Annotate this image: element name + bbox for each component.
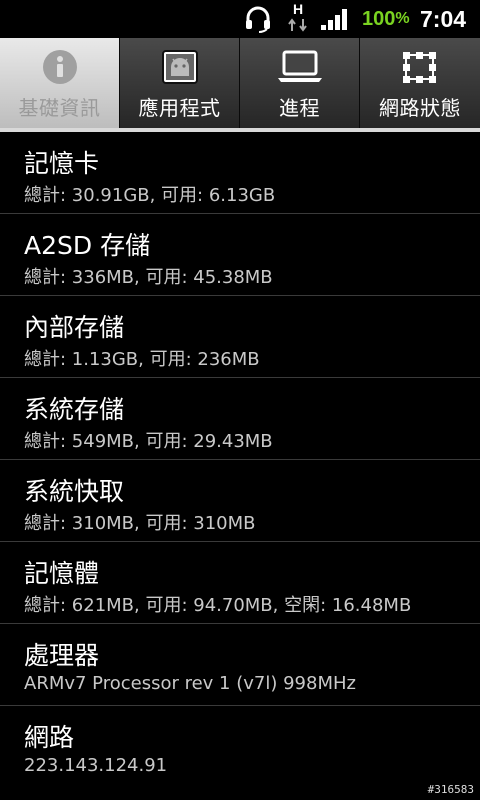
watermark: #316583 [427, 783, 474, 796]
item-detail: 總計: 621MB, 可用: 94.70MB, 空閑: 16.48MB [24, 595, 412, 616]
tab-network-status[interactable]: 網路狀態 [360, 38, 480, 128]
item-detail: 總計: 310MB, 可用: 310MB [24, 513, 256, 534]
list-item-system-storage[interactable]: 系統存儲 總計: 549MB, 可用: 29.43MB [0, 378, 480, 460]
list-item-sd-card[interactable]: 記憶卡 總計: 30.91GB, 可用: 6.13GB [0, 132, 480, 214]
tab-processes[interactable]: 進程 [240, 38, 360, 128]
item-detail: 總計: 1.13GB, 可用: 236MB [24, 349, 260, 370]
info-icon [42, 48, 78, 86]
item-detail: ARMv7 Processor rev 1 (v7l) 998MHz [24, 673, 356, 694]
monitor-icon [276, 48, 324, 86]
svg-text:H: H [293, 1, 303, 17]
item-detail: 223.143.124.91 [24, 755, 168, 776]
signal-strength-icon [318, 0, 352, 38]
android-app-icon [160, 48, 200, 86]
item-title: 系統快取 [24, 477, 125, 506]
status-bar: H 100% 7:04 [0, 0, 480, 38]
item-title: 內部存儲 [24, 313, 125, 342]
battery-level: 100% [362, 7, 410, 30]
item-title: 記憶卡 [24, 149, 100, 178]
network-grid-icon [400, 48, 440, 86]
tab-basic-info[interactable]: 基礎資訊 [0, 38, 120, 128]
item-title: 系統存儲 [24, 395, 125, 424]
list-item-memory[interactable]: 記憶體 總計: 621MB, 可用: 94.70MB, 空閑: 16.48MB [0, 542, 480, 624]
item-title: 網路 [24, 723, 75, 752]
list-item-network[interactable]: 網路 223.143.124.91 [0, 706, 480, 788]
item-detail: 總計: 30.91GB, 可用: 6.13GB [24, 185, 276, 206]
item-title: 處理器 [24, 641, 100, 670]
item-title: A2SD 存儲 [24, 231, 151, 260]
item-title: 記憶體 [24, 559, 100, 588]
list-item-internal-storage[interactable]: 內部存儲 總計: 1.13GB, 可用: 236MB [0, 296, 480, 378]
item-detail: 總計: 336MB, 可用: 45.38MB [24, 267, 273, 288]
info-list: 記憶卡 總計: 30.91GB, 可用: 6.13GB A2SD 存儲 總計: … [0, 132, 480, 788]
headset-icon [240, 0, 276, 38]
list-item-system-cache[interactable]: 系統快取 總計: 310MB, 可用: 310MB [0, 460, 480, 542]
tab-applications[interactable]: 應用程式 [120, 38, 240, 128]
hspa-network-icon: H [284, 0, 312, 38]
tab-bar: 基礎資訊 應用程式 進程 網路狀態 [0, 38, 480, 132]
list-item-processor[interactable]: 處理器 ARMv7 Processor rev 1 (v7l) 998MHz [0, 624, 480, 706]
item-detail: 總計: 549MB, 可用: 29.43MB [24, 431, 273, 452]
list-item-a2sd-storage[interactable]: A2SD 存儲 總計: 336MB, 可用: 45.38MB [0, 214, 480, 296]
clock-time: 7:04 [420, 5, 467, 32]
